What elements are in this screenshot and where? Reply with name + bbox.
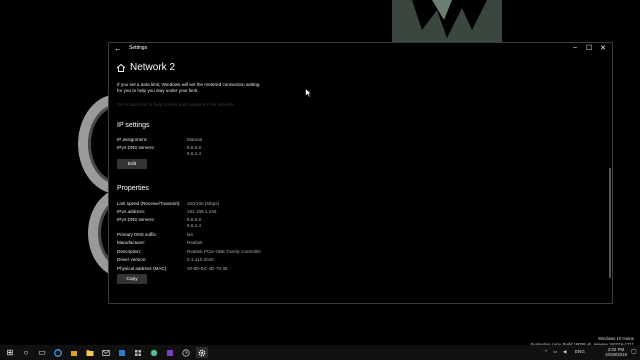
property-value: 40-8D-5C-4D-79-35 bbox=[187, 266, 228, 271]
property-value: 8.8.4.4 bbox=[187, 223, 202, 228]
property-value: Realtek bbox=[187, 240, 203, 245]
property-label: Driver version: bbox=[117, 257, 147, 262]
property-label: IPv4 address: bbox=[117, 209, 146, 214]
intro-text-line2: for you to help you stay under your limi… bbox=[117, 88, 199, 93]
tray-overflow-icon[interactable]: ^ bbox=[545, 349, 547, 354]
ip-settings-heading: IP settings bbox=[117, 122, 150, 129]
property-label: Physical address (MAC): bbox=[117, 266, 168, 271]
window-title: Settings bbox=[129, 45, 148, 51]
ip-dns-value-2: 8.8.4.4 bbox=[187, 151, 202, 156]
clock-app-icon[interactable] bbox=[180, 347, 192, 358]
volume-icon[interactable]: ◀ bbox=[563, 349, 566, 355]
data-limit-link[interactable]: Set a data limit to help control data us… bbox=[117, 102, 234, 107]
taskbar: ⊞ ○ ▭ ^ ▭ ◀ ENG 2:02 PM 10/28/2019 ▢ bbox=[0, 345, 640, 360]
property-label: Link speed (Receive/Transmit): bbox=[117, 201, 181, 206]
property-label: Primary DNS suffix: bbox=[117, 232, 157, 237]
notification-center-icon[interactable]: ▢ bbox=[631, 348, 638, 356]
property-label: Manufacturer: bbox=[117, 240, 146, 245]
property-value: 192.168.1.245 bbox=[187, 209, 217, 214]
file-explorer-icon[interactable] bbox=[84, 347, 96, 358]
settings-gear-icon[interactable] bbox=[196, 347, 208, 358]
start-windows-icon[interactable]: ⊞ bbox=[4, 347, 16, 358]
wallpaper-figure bbox=[392, 0, 502, 44]
settings-window: ← Settings – ☐ ✕ Network 2 If you set a … bbox=[108, 42, 613, 304]
mail-icon[interactable] bbox=[100, 347, 112, 358]
property-value: lan bbox=[187, 232, 194, 237]
property-value: 8.8.8.8 bbox=[187, 217, 202, 222]
ip-dns-label: IPv4 DNS servers: bbox=[117, 145, 155, 150]
window-titlebar[interactable]: ← Settings – ☐ ✕ bbox=[109, 43, 612, 55]
app-icon-purple[interactable] bbox=[164, 347, 176, 358]
close-button[interactable]: ✕ bbox=[596, 44, 610, 52]
taskbar-clock[interactable]: 2:02 PM 10/28/2019 bbox=[605, 347, 627, 357]
chrome-icon[interactable] bbox=[148, 347, 160, 358]
back-arrow-icon[interactable]: ← bbox=[114, 44, 122, 53]
property-label: IPv4 DNS servers: bbox=[117, 217, 155, 222]
intro-text-line1: If you set a data limit, Windows will se… bbox=[117, 82, 260, 87]
ip-assignment-label: IP assignment: bbox=[117, 137, 148, 142]
property-value: 100/100 (Mbps) bbox=[187, 201, 220, 206]
ip-dns-value-1: 8.8.8.8 bbox=[187, 145, 202, 150]
property-value: Realtek PCIe GBE Family Controller bbox=[187, 249, 262, 254]
edit-button[interactable]: Edit bbox=[117, 159, 147, 169]
minimize-button[interactable]: – bbox=[568, 44, 582, 51]
copy-button[interactable]: Copy bbox=[117, 274, 147, 284]
search-icon[interactable]: ○ bbox=[20, 347, 32, 358]
task-view-icon[interactable]: ▭ bbox=[36, 347, 48, 358]
tray-language[interactable]: ENG bbox=[575, 349, 585, 354]
clock-date: 10/28/2019 bbox=[605, 352, 627, 358]
store-icon[interactable] bbox=[68, 347, 80, 358]
page-title: Network 2 bbox=[130, 62, 176, 73]
network-icon[interactable]: ▭ bbox=[553, 349, 557, 355]
property-value: 9.1.410.2015 bbox=[187, 257, 214, 262]
app-icon-grid[interactable] bbox=[132, 347, 144, 358]
property-label: Description: bbox=[117, 249, 142, 254]
edge-browser-icon[interactable] bbox=[52, 347, 64, 358]
scrollbar[interactable] bbox=[609, 168, 611, 278]
mouse-pointer-icon bbox=[305, 88, 312, 98]
maximize-button[interactable]: ☐ bbox=[582, 44, 596, 52]
ip-assignment-value: Manual bbox=[187, 137, 203, 142]
home-icon bbox=[116, 63, 126, 72]
properties-heading: Properties bbox=[117, 185, 149, 192]
app-icon-blue[interactable] bbox=[116, 347, 128, 358]
